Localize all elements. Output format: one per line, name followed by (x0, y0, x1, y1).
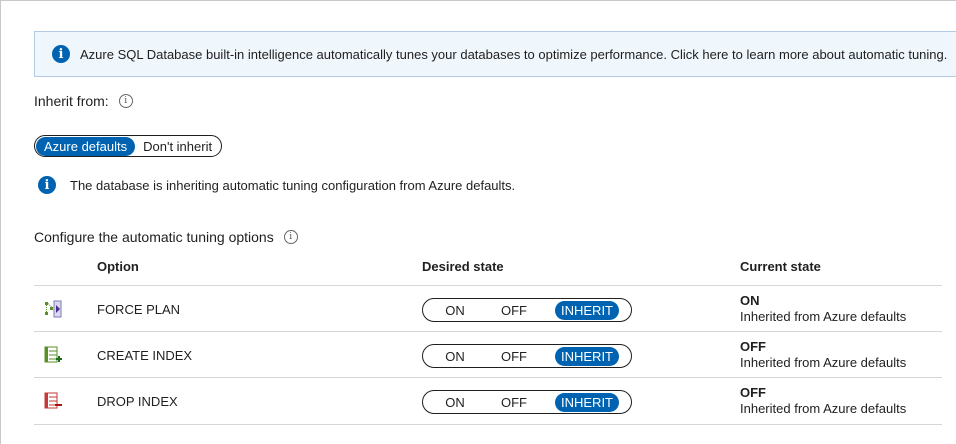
toggle-off[interactable]: OFF (487, 349, 541, 364)
banner-text: Azure SQL Database built-in intelligence… (80, 46, 948, 62)
current-state: ON Inherited from Azure defaults (740, 293, 906, 325)
toggle-inherit[interactable]: INHERIT (555, 346, 619, 366)
table-row: DROP INDEX ON OFF INHERIT OFF Inherited … (34, 377, 942, 425)
current-state-value: ON (740, 293, 760, 308)
notice-text: The database is inheriting automatic tun… (70, 177, 516, 193)
info-banner[interactable]: i Azure SQL Database built-in intelligen… (34, 31, 956, 77)
desired-state-toggle: ON OFF INHERIT (422, 390, 632, 414)
current-state: OFF Inherited from Azure defaults (740, 385, 906, 417)
info-circle-icon[interactable]: i (118, 94, 133, 108)
option-name: FORCE PLAN (97, 302, 181, 317)
inherit-notice: i The database is inheriting automatic t… (38, 176, 515, 194)
current-state-value: OFF (740, 339, 766, 354)
desired-state-toggle: ON OFF INHERIT (422, 344, 632, 368)
inherit-option-azure-defaults[interactable]: Azure defaults (36, 136, 136, 156)
inherit-from-text: Inherit from: (34, 93, 109, 109)
section-label: Configure the automatic tuning options i (34, 229, 298, 245)
option-name: CREATE INDEX (97, 348, 193, 363)
toggle-off[interactable]: OFF (487, 395, 541, 410)
info-circle-icon[interactable]: i (283, 230, 298, 244)
toggle-on[interactable]: ON (423, 395, 487, 410)
desired-state-toggle: ON OFF INHERIT (422, 298, 632, 322)
header-option: Option (97, 259, 139, 274)
toggle-inherit[interactable]: INHERIT (555, 392, 619, 412)
table-row: FORCE PLAN ON OFF INHERIT ON Inherited f… (34, 285, 942, 332)
section-label-text: Configure the automatic tuning options (34, 229, 274, 245)
current-state-note: Inherited from Azure defaults (740, 401, 907, 416)
current-state-note: Inherited from Azure defaults (740, 309, 907, 324)
header-current-state: Current state (740, 259, 821, 274)
info-icon: i (52, 45, 70, 63)
header-desired-state: Desired state (422, 259, 504, 274)
create-index-icon (44, 346, 62, 363)
table-row: CREATE INDEX ON OFF INHERIT OFF Inherite… (34, 331, 942, 378)
force-plan-icon (45, 300, 62, 318)
info-icon: i (38, 176, 56, 194)
toggle-inherit[interactable]: INHERIT (555, 300, 619, 320)
inherit-from-label: Inherit from: i (34, 93, 133, 109)
toggle-off[interactable]: OFF (487, 303, 541, 318)
current-state-value: OFF (740, 385, 766, 400)
option-name: DROP INDEX (97, 394, 178, 409)
inherit-toggle: Azure defaults Don't inherit (34, 135, 223, 157)
inherit-option-dont-inherit[interactable]: Don't inherit (135, 137, 220, 156)
drop-index-icon (44, 392, 62, 409)
toggle-on[interactable]: ON (423, 349, 487, 364)
current-state-note: Inherited from Azure defaults (740, 355, 907, 370)
toggle-on[interactable]: ON (423, 303, 487, 318)
current-state: OFF Inherited from Azure defaults (740, 339, 906, 371)
